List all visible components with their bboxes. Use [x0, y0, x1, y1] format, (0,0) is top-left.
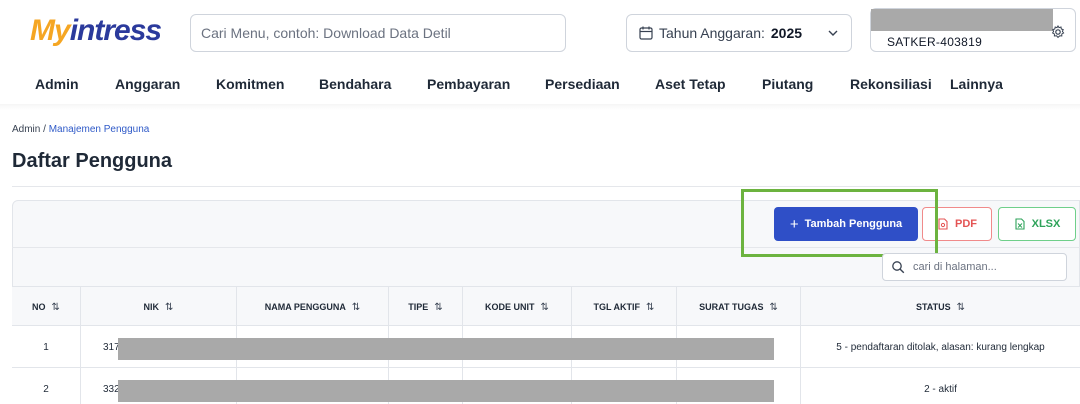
export-xlsx-label: XLSX: [1031, 218, 1061, 230]
nav-item-admin[interactable]: Admin: [35, 76, 79, 92]
export-pdf-button[interactable]: PDF: [922, 207, 992, 241]
user-name-redaction: [871, 9, 1053, 31]
plus-icon: +: [789, 215, 799, 233]
nav-item-persediaan[interactable]: Persediaan: [545, 76, 620, 92]
nav-item-bendahara[interactable]: Bendahara: [319, 76, 391, 92]
column-header-label: NIK: [143, 302, 160, 312]
breadcrumb: Admin / Manajemen Pengguna: [12, 124, 149, 135]
redaction-bar: [118, 380, 774, 402]
pdf-file-icon: [938, 218, 948, 230]
export-pdf-label: PDF: [955, 218, 977, 230]
app-logo[interactable]: Myintress: [30, 12, 170, 54]
column-header-label: NO: [32, 302, 46, 312]
export-xlsx-button[interactable]: XLSX: [998, 207, 1076, 241]
fiscal-year-select[interactable]: Tahun Anggaran: 2025: [626, 14, 852, 52]
sort-icon[interactable]: ⇅: [957, 302, 965, 313]
column-header-label: KODE UNIT: [485, 302, 535, 312]
column-header-surat-tugas[interactable]: SURAT TUGAS ⇅: [677, 287, 801, 327]
nav-divider: [0, 104, 1080, 110]
table-search-input[interactable]: [913, 254, 1063, 280]
logo-rest-text: intress: [69, 14, 162, 47]
add-user-label: Tambah Pengguna: [804, 218, 903, 230]
column-header-nama-pengguna[interactable]: NAMA PENGGUNA ⇅: [237, 287, 389, 327]
sort-icon[interactable]: ⇅: [541, 302, 549, 313]
breadcrumb-root[interactable]: Admin: [12, 124, 40, 135]
breadcrumb-separator: /: [40, 124, 49, 135]
column-header-label: NAMA PENGGUNA: [264, 302, 346, 312]
sort-icon[interactable]: ⇅: [352, 302, 360, 313]
sort-icon[interactable]: ⇅: [769, 302, 777, 313]
column-header-no[interactable]: NO ⇅: [12, 287, 81, 327]
cell-no: 1: [12, 326, 81, 368]
gear-icon[interactable]: [1051, 25, 1065, 39]
column-header-status[interactable]: STATUS ⇅: [801, 287, 1080, 327]
calendar-icon: [639, 26, 653, 40]
nav-item-lainnya[interactable]: Lainnya: [950, 76, 1003, 92]
menu-search-input[interactable]: [190, 14, 566, 52]
cell-status: 5 - pendaftaran ditolak, alasan: kurang …: [836, 341, 1045, 353]
breadcrumb-current[interactable]: Manajemen Pengguna: [49, 124, 150, 135]
column-header-kode-unit[interactable]: KODE UNIT ⇅: [463, 287, 572, 327]
user-account-box[interactable]: SATKER-403819: [870, 8, 1076, 52]
add-user-button[interactable]: + Tambah Pengguna: [774, 207, 918, 241]
nav-item-piutang[interactable]: Piutang: [762, 76, 813, 92]
sort-icon[interactable]: ⇅: [434, 302, 442, 313]
logo-my-text: My: [30, 14, 71, 47]
sort-icon[interactable]: ⇅: [646, 302, 654, 313]
sort-icon[interactable]: ⇅: [52, 302, 60, 313]
fiscal-year-label: Tahun Anggaran:: [659, 25, 765, 41]
cell-no: 2: [12, 368, 81, 404]
column-header-label: SURAT TUGAS: [699, 302, 764, 312]
table-search-box[interactable]: [882, 253, 1067, 281]
column-header-label: TIPE: [408, 302, 429, 312]
satker-code: SATKER-403819: [887, 35, 983, 49]
column-header-nik[interactable]: NIK ⇅: [81, 287, 237, 327]
nav-item-pembayaran[interactable]: Pembayaran: [427, 76, 510, 92]
title-divider: [12, 186, 1080, 187]
toolbar-divider: [12, 247, 1080, 248]
cell-status: 2 - aktif: [924, 383, 957, 395]
search-icon: [892, 261, 905, 274]
table-row[interactable]: 2 332 2 - aktif: [12, 368, 1080, 404]
sort-icon[interactable]: ⇅: [165, 302, 173, 313]
nav-item-aset-tetap[interactable]: Aset Tetap: [655, 76, 726, 92]
fiscal-year-value: 2025: [770, 25, 803, 41]
spreadsheet-file-icon: [1015, 218, 1025, 230]
redaction-bar: [118, 338, 774, 360]
nav-item-anggaran[interactable]: Anggaran: [115, 76, 180, 92]
page-title: Daftar Pengguna: [12, 150, 173, 172]
column-header-tipe[interactable]: TIPE ⇅: [389, 287, 463, 327]
main-nav: Admin Anggaran Komitmen Bendahara Pembay…: [0, 76, 1080, 100]
nav-item-komitmen[interactable]: Komitmen: [216, 76, 284, 92]
table-header-row: NO ⇅ NIK ⇅ NAMA PENGGUNA ⇅ TIPE ⇅ KODE UNIT ⇅…: [12, 286, 1080, 327]
table-row[interactable]: 1 317 5 - pendaftaran ditolak, alasan: k…: [12, 326, 1080, 368]
column-header-label: TGL AKTIF: [593, 302, 641, 312]
nav-item-rekonsiliasi[interactable]: Rekonsiliasi: [850, 76, 932, 92]
column-header-label: STATUS: [915, 302, 951, 312]
chevron-down-icon: [828, 30, 838, 36]
column-header-tgl-aktif[interactable]: TGL AKTIF ⇅: [572, 287, 677, 327]
